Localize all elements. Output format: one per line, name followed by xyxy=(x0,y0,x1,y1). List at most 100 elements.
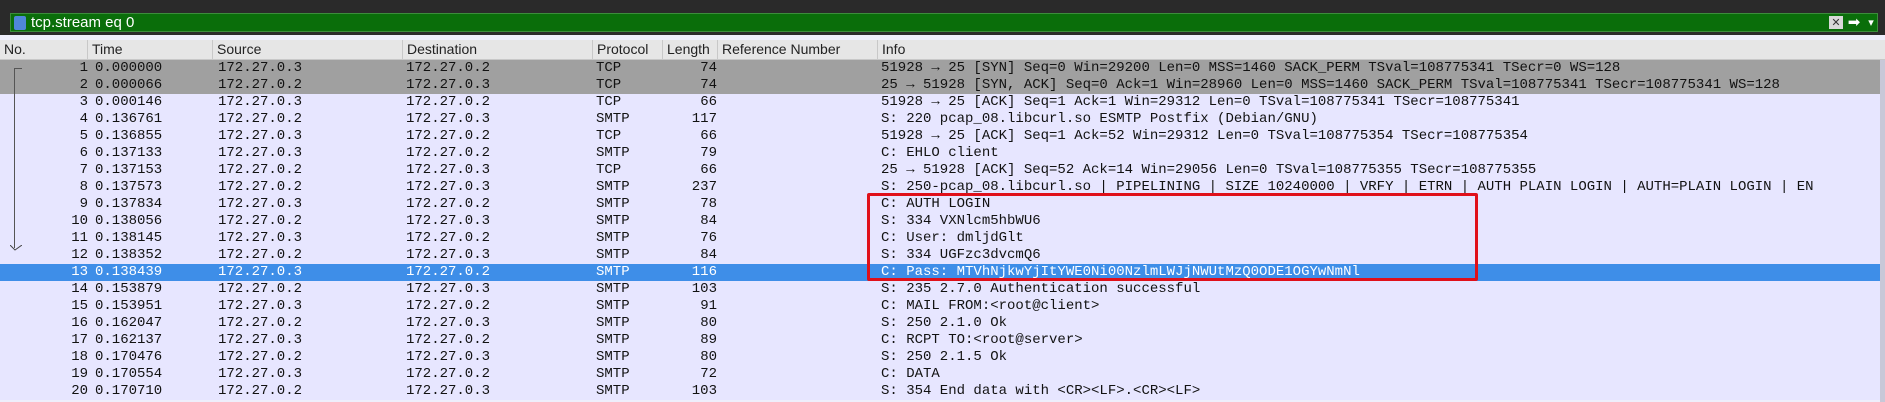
column-header-info[interactable]: Info xyxy=(878,40,1885,59)
table-row[interactable]: 18 0.170476 172.27.0.2 172.27.0.3 SMTP 80 S: 2… xyxy=(0,349,1885,366)
column-header-destination[interactable]: Destination xyxy=(403,40,593,59)
cell-time: 0.170710 xyxy=(95,383,163,399)
cell-src: 172.27.0.2 xyxy=(218,383,303,399)
cell-proto: TCP xyxy=(596,77,622,93)
display-filter-box: ✕ ➡ ▾ xyxy=(10,13,1878,32)
cell-info: C: EHLO client xyxy=(881,145,999,161)
table-row[interactable]: 15 0.153951 172.27.0.3 172.27.0.2 SMTP 91 C: M… xyxy=(0,298,1885,315)
display-filter-toolbar: ✕ ➡ ▾ xyxy=(0,10,1885,35)
cell-src: 172.27.0.2 xyxy=(218,315,303,331)
column-header-reference-number[interactable]: Reference Number xyxy=(718,40,878,59)
cell-time: 0.162137 xyxy=(95,332,163,348)
cell-dst: 172.27.0.3 xyxy=(406,77,491,93)
cell-proto: SMTP xyxy=(596,111,630,127)
cell-len: 78 xyxy=(700,196,717,212)
cell-src: 172.27.0.3 xyxy=(218,366,303,382)
cell-info: C: DATA xyxy=(881,366,940,382)
table-row[interactable]: 9 0.137834 172.27.0.3 172.27.0.2 SMTP 78 C: AU… xyxy=(0,196,1885,213)
column-header-length[interactable]: Length xyxy=(663,40,718,59)
cell-dst: 172.27.0.2 xyxy=(406,145,491,161)
cell-info: 51928 → 25 [SYN] Seq=0 Win=29200 Len=0 M… xyxy=(881,60,1621,76)
clear-icon[interactable]: ✕ xyxy=(1829,16,1843,29)
table-row[interactable]: 14 0.153879 172.27.0.2 172.27.0.3 SMTP 103 S: … xyxy=(0,281,1885,298)
cell-time: 0.000066 xyxy=(95,77,163,93)
cell-len: 84 xyxy=(700,247,717,263)
cell-src: 172.27.0.3 xyxy=(218,332,303,348)
cell-info: S: 250-pcap_08.libcurl.so | PIPELINING |… xyxy=(881,179,1814,195)
table-row[interactable]: 6 0.137133 172.27.0.3 172.27.0.2 SMTP 79 C: EH… xyxy=(0,145,1885,162)
conversation-bracket-end-icon xyxy=(10,245,22,251)
cell-time: 0.138145 xyxy=(95,230,163,246)
cell-dst: 172.27.0.3 xyxy=(406,179,491,195)
cell-src: 172.27.0.2 xyxy=(218,281,303,297)
cell-src: 172.27.0.2 xyxy=(218,349,303,365)
cell-src: 172.27.0.2 xyxy=(218,247,303,263)
cell-len: 116 xyxy=(691,264,717,280)
cell-dst: 172.27.0.2 xyxy=(406,60,491,76)
cell-proto: TCP xyxy=(596,94,622,110)
cell-src: 172.27.0.2 xyxy=(218,179,303,195)
table-row[interactable]: 13 0.138439 172.27.0.3 172.27.0.2 SMTP 116 C: … xyxy=(0,264,1885,281)
cell-time: 0.136761 xyxy=(95,111,163,127)
cell-dst: 172.27.0.2 xyxy=(406,196,491,212)
display-filter-input[interactable] xyxy=(31,14,1831,31)
cell-no: 18 xyxy=(71,349,88,365)
cell-len: 80 xyxy=(700,315,717,331)
cell-dst: 172.27.0.3 xyxy=(406,111,491,127)
column-header-source[interactable]: Source xyxy=(213,40,403,59)
cell-dst: 172.27.0.2 xyxy=(406,230,491,246)
cell-time: 0.137834 xyxy=(95,196,163,212)
cell-no: 17 xyxy=(71,332,88,348)
cell-proto: TCP xyxy=(596,128,622,144)
column-header-time[interactable]: Time xyxy=(88,40,213,59)
table-row[interactable]: 17 0.162137 172.27.0.3 172.27.0.2 SMTP 89 C: R… xyxy=(0,332,1885,349)
packet-list: 1 0.000000 172.27.0.3 172.27.0.2 TCP 74 51928 … xyxy=(0,60,1885,400)
cell-len: 117 xyxy=(691,111,717,127)
cell-no: 15 xyxy=(71,298,88,314)
table-row[interactable]: 8 0.137573 172.27.0.2 172.27.0.3 SMTP 237 S: 2… xyxy=(0,179,1885,196)
table-row[interactable]: 19 0.170554 172.27.0.3 172.27.0.2 SMTP 72 C: D… xyxy=(0,366,1885,383)
cell-no: 14 xyxy=(71,281,88,297)
table-row[interactable]: 11 0.138145 172.27.0.3 172.27.0.2 SMTP 76 C: U… xyxy=(0,230,1885,247)
cell-info: S: 220 pcap_08.libcurl.so ESMTP Postfix … xyxy=(881,111,1318,127)
table-row[interactable]: 2 0.000066 172.27.0.2 172.27.0.3 TCP 74 25 → 5… xyxy=(0,77,1885,94)
cell-dst: 172.27.0.2 xyxy=(406,298,491,314)
cell-len: 103 xyxy=(691,383,717,399)
table-row[interactable]: 4 0.136761 172.27.0.2 172.27.0.3 SMTP 117 S: 2… xyxy=(0,111,1885,128)
cell-len: 76 xyxy=(700,230,717,246)
table-row[interactable]: 10 0.138056 172.27.0.2 172.27.0.3 SMTP 84 S: 3… xyxy=(0,213,1885,230)
cell-proto: SMTP xyxy=(596,315,630,331)
table-row[interactable]: 7 0.137153 172.27.0.2 172.27.0.3 TCP 66 25 → 5… xyxy=(0,162,1885,179)
column-header-protocol[interactable]: Protocol xyxy=(593,40,663,59)
cell-time: 0.138352 xyxy=(95,247,163,263)
table-row[interactable]: 5 0.136855 172.27.0.3 172.27.0.2 TCP 66 51928 … xyxy=(0,128,1885,145)
cell-src: 172.27.0.3 xyxy=(218,60,303,76)
cell-proto: SMTP xyxy=(596,230,630,246)
cell-info: C: AUTH LOGIN xyxy=(881,196,991,212)
table-row[interactable]: 1 0.000000 172.27.0.3 172.27.0.2 TCP 74 51928 … xyxy=(0,60,1885,77)
table-row[interactable]: 12 0.138352 172.27.0.2 172.27.0.3 SMTP 84 S: 3… xyxy=(0,247,1885,264)
apply-arrow-icon[interactable]: ➡ xyxy=(1845,14,1863,31)
column-header-no[interactable]: No. xyxy=(0,40,88,59)
cell-dst: 172.27.0.3 xyxy=(406,281,491,297)
bookmark-icon[interactable] xyxy=(14,16,26,30)
cell-len: 80 xyxy=(700,349,717,365)
cell-len: 66 xyxy=(700,162,717,178)
cell-src: 172.27.0.3 xyxy=(218,145,303,161)
cell-info: 25 → 51928 [SYN, ACK] Seq=0 Ack=1 Win=28… xyxy=(881,77,1780,93)
table-row[interactable]: 20 0.170710 172.27.0.2 172.27.0.3 SMTP 103 S: … xyxy=(0,383,1885,400)
cell-dst: 172.27.0.2 xyxy=(406,332,491,348)
cell-time: 0.137133 xyxy=(95,145,163,161)
cell-len: 103 xyxy=(691,281,717,297)
cell-proto: SMTP xyxy=(596,281,630,297)
cell-len: 84 xyxy=(700,213,717,229)
cell-src: 172.27.0.3 xyxy=(218,230,303,246)
cell-time: 0.170554 xyxy=(95,366,163,382)
cell-proto: SMTP xyxy=(596,349,630,365)
table-row[interactable]: 16 0.162047 172.27.0.2 172.27.0.3 SMTP 80 S: 2… xyxy=(0,315,1885,332)
table-row[interactable]: 3 0.000146 172.27.0.3 172.27.0.2 TCP 66 51928 … xyxy=(0,94,1885,111)
cell-info: S: 250 2.1.0 Ok xyxy=(881,315,1008,331)
dropdown-icon[interactable]: ▾ xyxy=(1865,14,1877,31)
vertical-scrollbar[interactable] xyxy=(1880,60,1885,402)
cell-dst: 172.27.0.3 xyxy=(406,162,491,178)
